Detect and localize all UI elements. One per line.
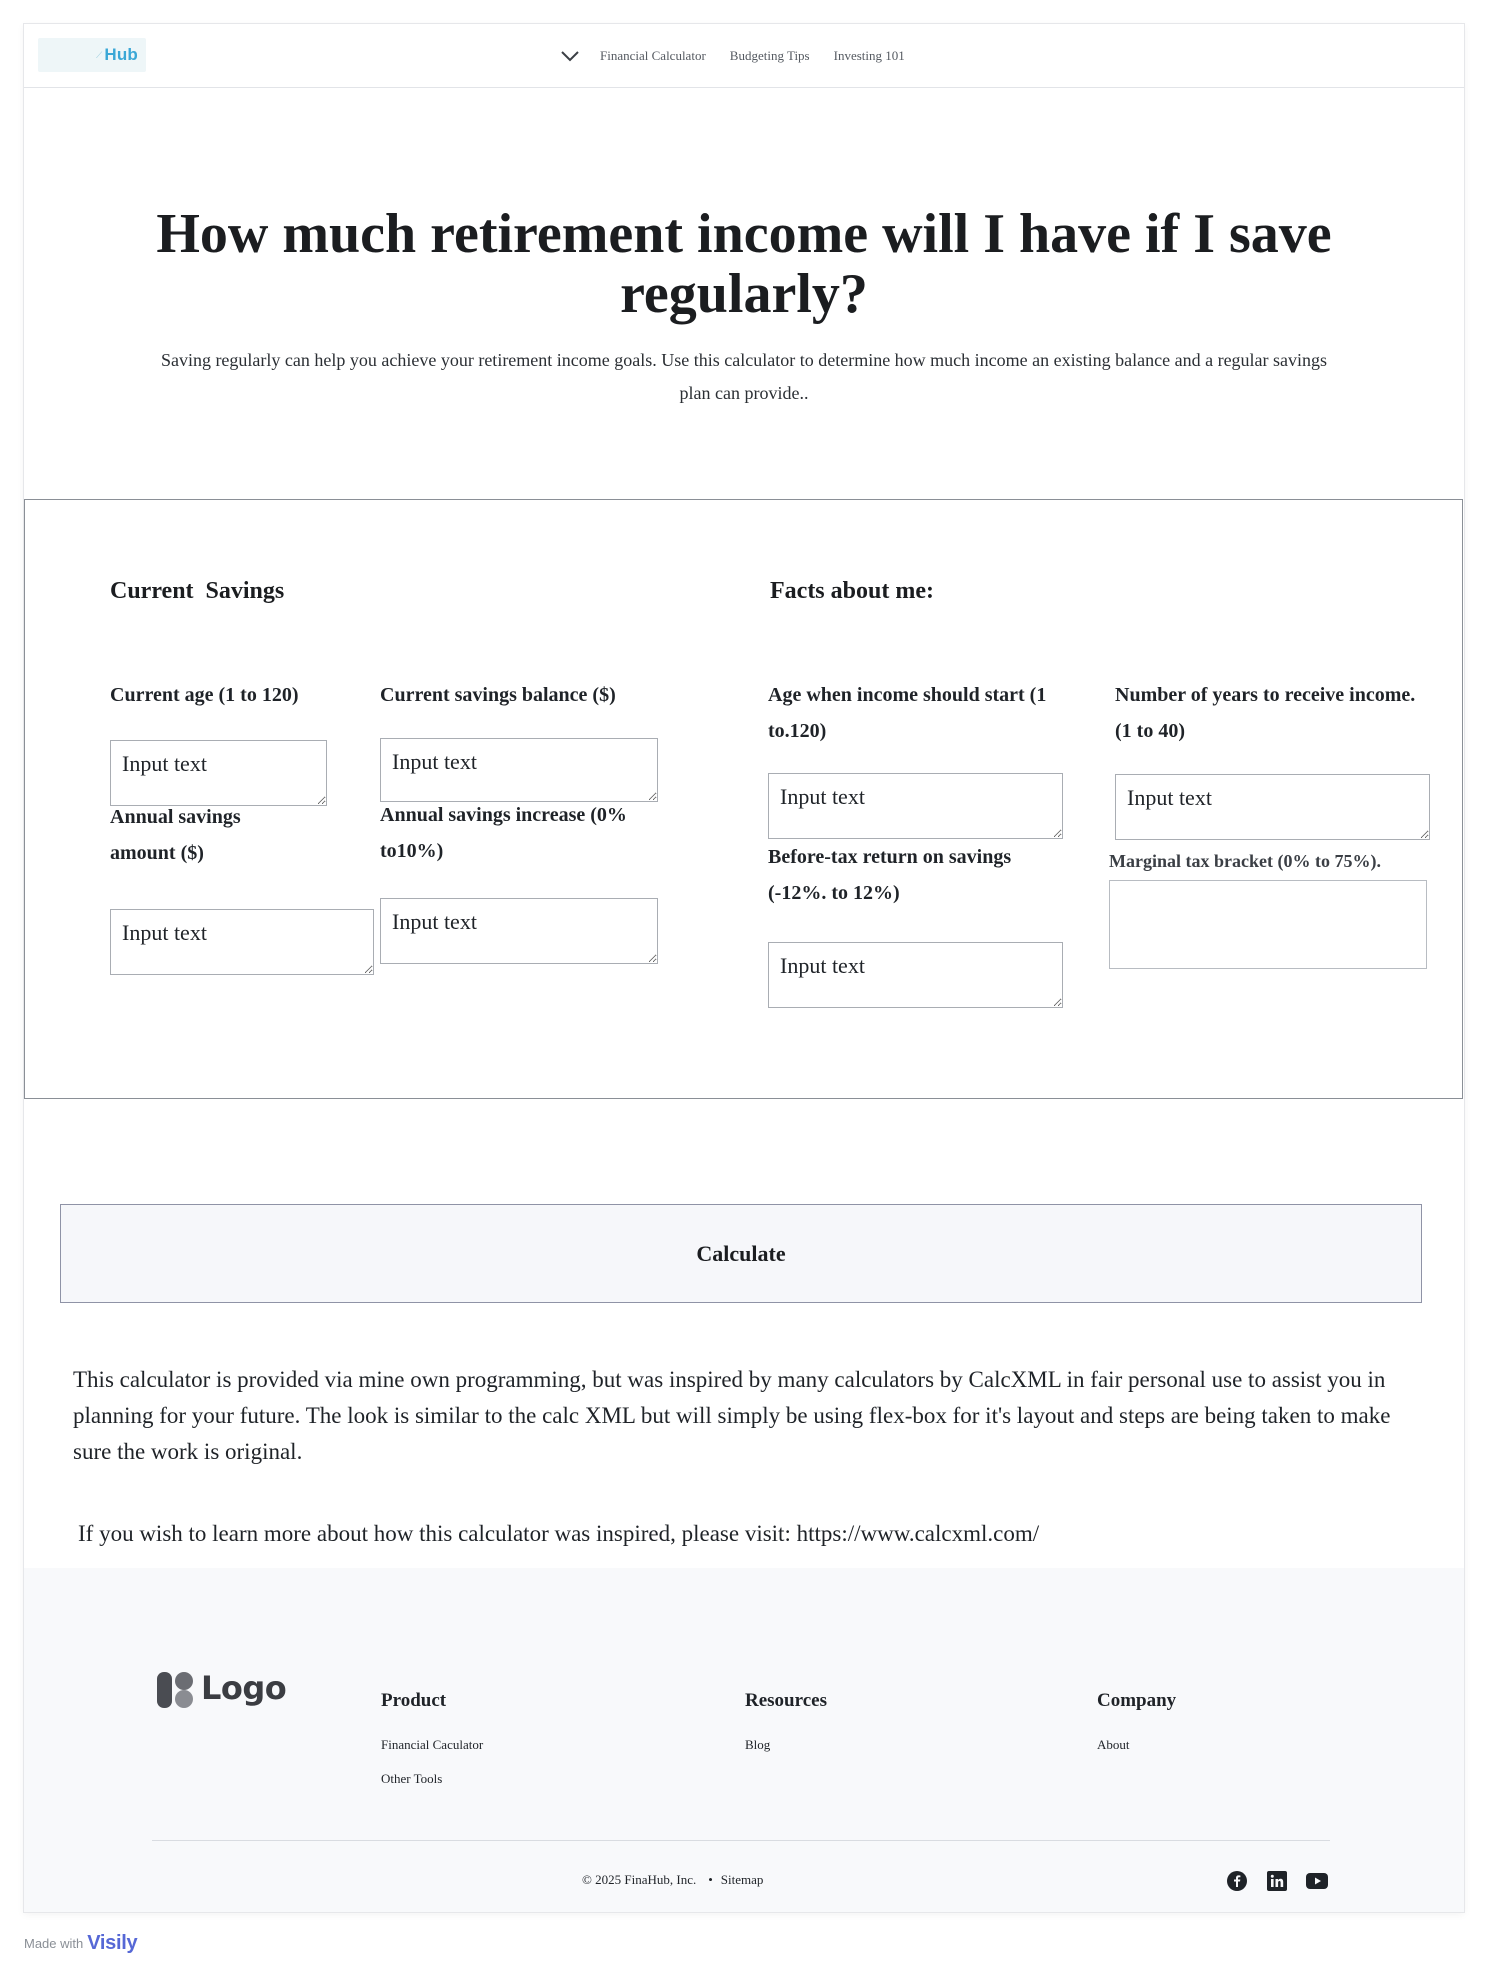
footer-resources-title: Resources — [745, 1690, 827, 1711]
main-nav: Financial Calculator Budgeting Tips Inve… — [558, 44, 929, 68]
footer-logo-text: Logo — [201, 1669, 287, 1707]
footer-link-financial-caculator[interactable]: Financial Caculator — [381, 1737, 483, 1753]
visily-brand-text: Visily — [87, 1932, 138, 1954]
calculator-form: Current Savings Facts about me: Current … — [24, 499, 1463, 1099]
footer-product-title: Product — [381, 1690, 447, 1711]
years-to-receive-input[interactable] — [1115, 774, 1430, 840]
annual-savings-increase-label: Annual savings increase (0% to10%) — [380, 804, 627, 862]
footer-logo[interactable]: Logo — [155, 1668, 287, 1708]
page-title: How much retirement income will I have i… — [156, 203, 1332, 325]
footer: Logo Product Financial Caculator Other T… — [24, 1568, 1464, 1912]
brand-logo[interactable]: ⟋ Hub — [38, 38, 146, 72]
youtube-icon[interactable] — [1306, 1870, 1328, 1892]
sitemap-link[interactable]: Sitemap — [721, 1872, 764, 1888]
current-savings-balance-label: Current savings balance ($) — [380, 684, 616, 706]
copyright-text: © 2025 FinaHub, Inc. — [582, 1872, 697, 1887]
pretax-return-input[interactable] — [768, 942, 1063, 1008]
made-with-text: Made with — [24, 1936, 84, 1951]
inspiration-link-text: If you wish to learn more about how this… — [78, 1521, 1040, 1546]
marginal-tax-bracket-label: Marginal tax bracket (0% to 75%). — [1109, 851, 1381, 871]
footer-divider — [152, 1840, 1330, 1841]
pretax-return-label: Before-tax return on savings (-12%. to 1… — [768, 846, 1012, 904]
footer-link-about[interactable]: About — [1097, 1737, 1130, 1753]
current-savings-title: Current Savings — [110, 578, 285, 604]
income-start-age-label: Age when income should start (1 to.120) — [768, 684, 1047, 742]
logo-mark-icon: ⟋ — [96, 49, 103, 60]
made-with-visily-badge[interactable]: Made with Visily — [24, 1932, 138, 1955]
footer-copyright-row: © 2025 FinaHub, Inc. • Sitemap — [582, 1872, 763, 1888]
calculate-button[interactable]: Calculate — [60, 1204, 1422, 1303]
current-age-label: Current age (1 to 120) — [110, 684, 299, 706]
annual-savings-increase-input[interactable] — [380, 898, 658, 964]
marginal-tax-bracket-input[interactable] — [1109, 880, 1427, 969]
logo-text: Hub — [104, 45, 138, 64]
linkedin-icon[interactable] — [1266, 1870, 1288, 1892]
top-header: ⟋ Hub Financial Calculator Budgeting Tip… — [24, 24, 1464, 88]
info-paragraph: This calculator is provided via mine own… — [73, 1367, 1391, 1464]
separator-dot: • — [708, 1872, 713, 1887]
nav-link-budgeting-tips[interactable]: Budgeting Tips — [730, 48, 810, 64]
nav-link-investing-101[interactable]: Investing 101 — [834, 48, 905, 64]
facebook-icon[interactable] — [1226, 1870, 1248, 1892]
current-savings-balance-input[interactable] — [380, 738, 658, 802]
page: ⟋ Hub Financial Calculator Budgeting Tip… — [24, 24, 1464, 1912]
chevron-down-icon[interactable] — [558, 44, 582, 68]
annual-savings-amount-label: Annual savings amount ($) — [110, 806, 241, 864]
current-age-input[interactable] — [110, 740, 327, 806]
page-subtitle: Saving regularly can help you achieve yo… — [160, 350, 1328, 403]
years-to-receive-label: Number of years to receive income. (1 to… — [1115, 684, 1416, 742]
facts-about-me-title: Facts about me: — [770, 578, 934, 604]
footer-link-blog[interactable]: Blog — [745, 1737, 770, 1753]
footer-company-title: Company — [1097, 1690, 1177, 1711]
footer-link-other-tools[interactable]: Other Tools — [381, 1771, 442, 1787]
income-start-age-input[interactable] — [768, 773, 1063, 839]
annual-savings-amount-input[interactable] — [110, 909, 374, 975]
nav-link-financial-calculator[interactable]: Financial Calculator — [600, 48, 706, 64]
logo-mark-icon — [157, 1672, 193, 1708]
